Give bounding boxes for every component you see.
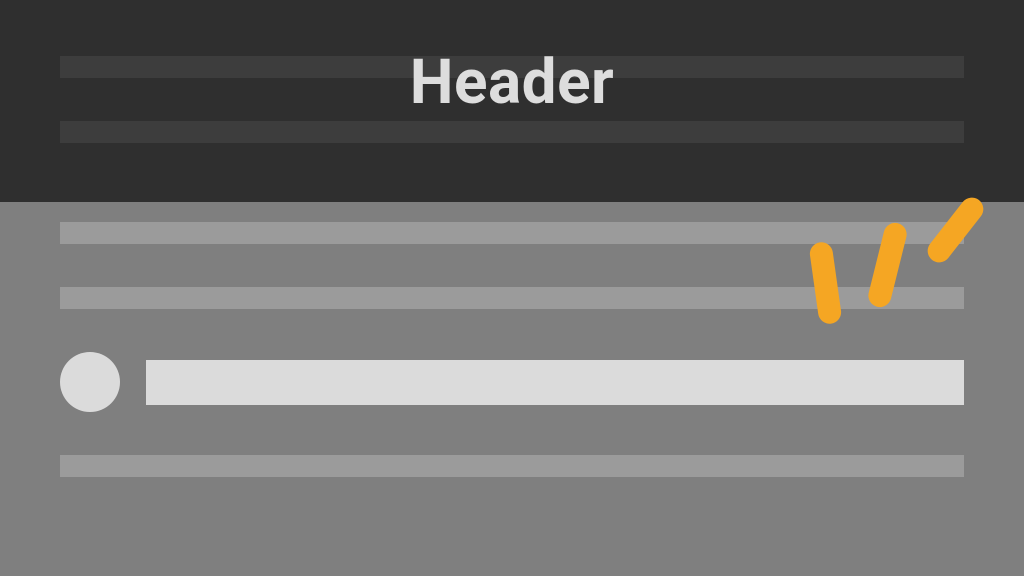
list-item-text-placeholder (146, 360, 964, 405)
page-title: Header (0, 46, 1024, 119)
header-region: Header (0, 0, 1024, 202)
emphasis-strokes-icon (804, 194, 1024, 354)
avatar (60, 352, 120, 412)
header-placeholder-line (60, 121, 964, 143)
content-placeholder-line (60, 222, 964, 244)
content-region (0, 202, 1024, 576)
list-item (60, 352, 964, 412)
content-placeholder-line (60, 455, 964, 477)
content-placeholder-line (60, 287, 964, 309)
